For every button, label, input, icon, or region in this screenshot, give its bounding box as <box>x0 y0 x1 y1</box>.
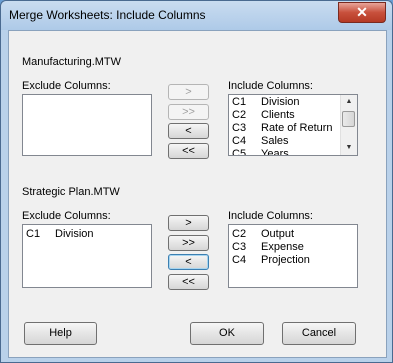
column-name: Expense <box>261 241 304 253</box>
close-icon: ✕ <box>356 4 368 20</box>
worksheet-2-name: Strategic Plan.MTW <box>22 186 120 198</box>
exclude-columns-label-2: Exclude Columns: <box>22 210 111 222</box>
add-all-columns-button-1[interactable]: >> <box>168 104 209 120</box>
add-all-columns-button-2[interactable]: >> <box>168 235 209 251</box>
column-id: C3 <box>232 241 247 253</box>
help-button[interactable]: Help <box>24 322 97 345</box>
include-columns-list-1[interactable]: C1 Division C2 Clients C3 Rate of Return C4… <box>228 94 358 156</box>
exclude-columns-list-2[interactable]: C1 Division <box>22 224 152 288</box>
include-columns-label-1: Include Columns: <box>228 80 313 92</box>
include-columns-list-2[interactable]: C2 Output C3 Expense C4 Projection <box>228 224 358 288</box>
column-id: C2 <box>232 109 247 121</box>
remove-all-columns-button-1[interactable]: << <box>168 143 209 159</box>
close-button[interactable]: ✕ <box>338 2 386 23</box>
column-id: C1 <box>26 228 41 240</box>
scroll-thumb[interactable] <box>342 111 355 127</box>
exclude-columns-label-1: Exclude Columns: <box>22 80 111 92</box>
column-id: C3 <box>232 122 247 134</box>
column-id: C1 <box>232 96 247 108</box>
column-name: Sales <box>261 135 289 147</box>
column-name: Years <box>261 148 289 156</box>
dialog-body: Manufacturing.MTW Exclude Columns: Inclu… <box>8 30 387 358</box>
column-id: C2 <box>232 228 247 240</box>
add-column-button-1[interactable]: > <box>168 84 209 100</box>
include-columns-label-2: Include Columns: <box>228 210 313 222</box>
column-name: Rate of Return <box>261 122 333 134</box>
vertical-scrollbar[interactable]: ▲ ▼ <box>340 95 357 155</box>
scroll-up-icon[interactable]: ▲ <box>341 95 357 109</box>
cancel-button[interactable]: Cancel <box>282 322 356 345</box>
column-id: C5 <box>232 148 247 156</box>
ok-button[interactable]: OK <box>190 322 264 345</box>
remove-all-columns-button-2[interactable]: << <box>168 274 209 290</box>
column-id: C4 <box>232 135 247 147</box>
column-id: C4 <box>232 254 247 266</box>
column-name: Division <box>261 96 300 108</box>
scroll-down-icon[interactable]: ▼ <box>341 141 357 155</box>
add-column-button-2[interactable]: > <box>168 215 209 231</box>
title-bar[interactable]: Merge Worksheets: Include Columns ✕ <box>1 1 392 30</box>
column-name: Output <box>261 228 295 240</box>
worksheet-1-name: Manufacturing.MTW <box>22 56 122 68</box>
column-name: Projection <box>261 254 310 266</box>
remove-column-button-2[interactable]: < <box>168 254 209 270</box>
exclude-columns-list-1[interactable] <box>22 94 152 156</box>
remove-column-button-1[interactable]: < <box>168 123 209 139</box>
column-name: Division <box>55 228 94 240</box>
dialog-window: Merge Worksheets: Include Columns ✕ Manu… <box>0 0 393 363</box>
column-name: Clients <box>261 109 295 121</box>
window-title: Merge Worksheets: Include Columns <box>9 8 206 22</box>
